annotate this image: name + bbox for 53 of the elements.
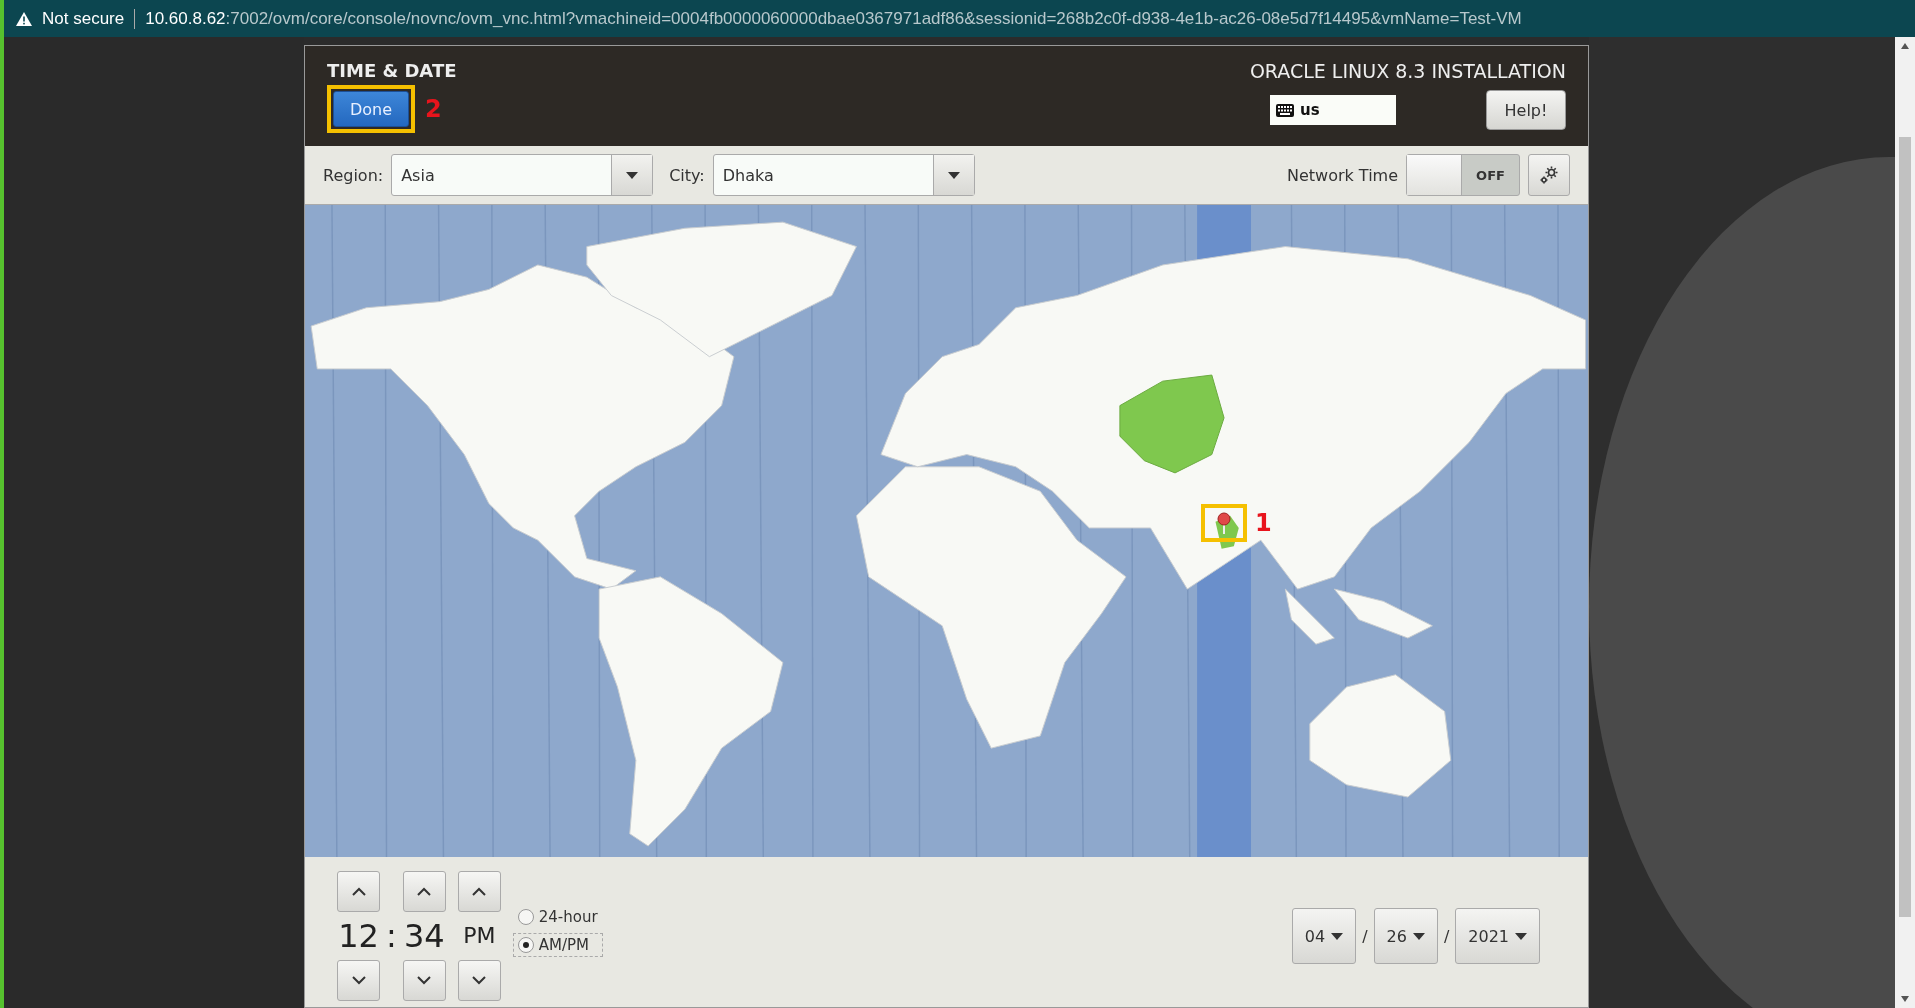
region-label: Region:: [323, 165, 384, 185]
hour-down-button[interactable]: [337, 960, 380, 1001]
caret-icon: [626, 171, 639, 179]
city-dropdown[interactable]: Dhaka: [712, 154, 975, 196]
hour-value: 12: [338, 916, 379, 956]
network-time-switch[interactable]: OFF: [1406, 154, 1520, 196]
time-separator: :: [386, 916, 397, 956]
scroll-up-icon[interactable]: [1901, 43, 1909, 49]
date-separator: /: [1443, 926, 1450, 946]
minute-value: 34: [403, 916, 445, 956]
location-pin-icon[interactable]: [1217, 512, 1231, 534]
chevron-up-icon: [472, 887, 487, 896]
region-dropdown[interactable]: Asia: [391, 154, 654, 196]
period-value: PM: [463, 922, 496, 950]
caret-icon: [947, 171, 960, 179]
security-label: Not secure: [42, 8, 125, 29]
chevron-up-icon: [351, 887, 366, 896]
minute-up-button[interactable]: [402, 871, 446, 912]
url-text: 10.60.8.62:7002/ovm/core/console/novnc/ovm_vnc.html?vmachineid=0004fb0000060000dbae0367971adf86&sessionid=268b2c0f-d938-4e1b-ac26-08e5d7f14495&vmName=Test-VM: [145, 8, 1522, 29]
settings-button[interactable]: [1528, 154, 1570, 196]
keyboard-icon: [1276, 103, 1294, 117]
done-button[interactable]: Done: [333, 91, 409, 127]
city-label: City:: [669, 165, 705, 185]
time-format-radio[interactable]: 24-hour: [512, 905, 603, 929]
annotation-number: 2: [425, 95, 442, 123]
product-title: ORACLE LINUX 8.3 INSTALLATION: [1249, 60, 1566, 82]
month-dropdown[interactable]: 04: [1291, 908, 1357, 964]
chevron-down-icon: [351, 976, 366, 985]
page-title: TIME & DATE: [327, 60, 457, 81]
time-format-radio[interactable]: AM/PM: [512, 933, 603, 957]
annotation-number: 1: [1255, 509, 1272, 537]
period-down-button[interactable]: [457, 960, 501, 1001]
year-dropdown[interactable]: 2021: [1455, 908, 1540, 964]
caret-icon: [1331, 932, 1344, 940]
scroll-down-icon[interactable]: [1901, 996, 1909, 1002]
network-time-label: Network Time: [1286, 165, 1398, 185]
settings-icon: [1539, 165, 1559, 185]
chevron-down-icon: [472, 976, 487, 985]
help-button[interactable]: Help!: [1486, 90, 1566, 130]
keyboard-layout-text: us: [1300, 101, 1320, 119]
minute-down-button[interactable]: [402, 960, 446, 1001]
chevron-up-icon: [417, 887, 432, 896]
hour-up-button[interactable]: [337, 871, 380, 912]
date-separator: /: [1362, 926, 1368, 946]
address-bar[interactable]: Not secure 10.60.8.62:7002/ovm/core/console/novnc/ovm_vnc.html?vmachineid=0004fb0000060000dbae0367971adf86&sessionid=268b2c0f-d938-4e1b-ac26-08e5d7f14495&vmName=Test-VM: [0, 0, 1915, 37]
period-up-button[interactable]: [457, 871, 501, 912]
day-dropdown[interactable]: 26: [1373, 908, 1438, 964]
chevron-down-icon: [417, 976, 432, 985]
scrollbar[interactable]: [1895, 37, 1915, 1008]
keyboard-layout-indicator[interactable]: us: [1270, 95, 1396, 125]
caret-icon: [1515, 932, 1527, 940]
caret-icon: [1412, 932, 1425, 940]
warning-icon: [16, 11, 32, 26]
